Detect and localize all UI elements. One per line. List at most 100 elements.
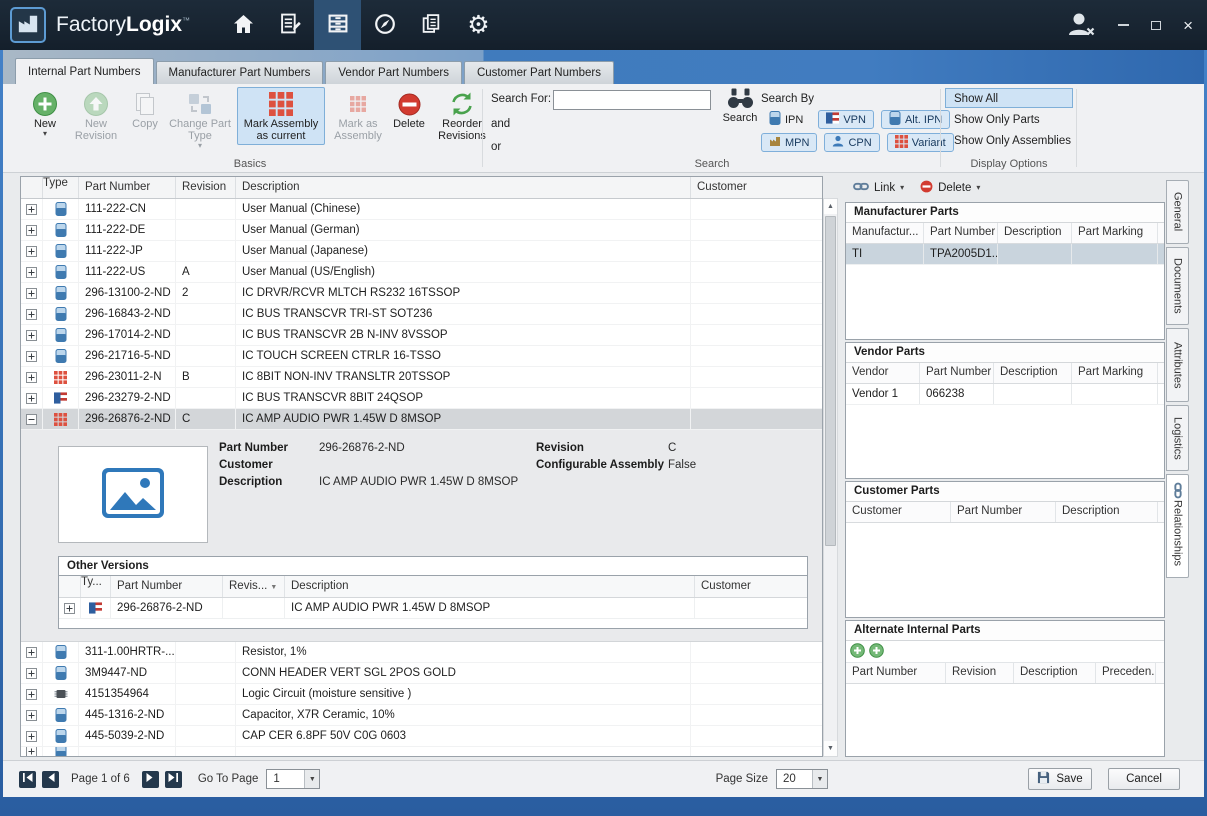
- column-header-customer[interactable]: Customer: [691, 177, 821, 198]
- navigate-nav-button[interactable]: [361, 0, 408, 50]
- table-row[interactable]: 111-222-DEUser Manual (German): [21, 220, 822, 241]
- new-button[interactable]: New ▾: [23, 87, 67, 141]
- table-row[interactable]: [21, 747, 822, 756]
- maximize-button[interactable]: [1151, 21, 1161, 30]
- pager-last-button[interactable]: [165, 771, 182, 788]
- side-tab-logistics[interactable]: Logistics: [1166, 405, 1189, 471]
- pager-prev-button[interactable]: [42, 771, 59, 788]
- column-header-part-number[interactable]: Part Number: [79, 177, 176, 198]
- side-tab-attributes[interactable]: Attributes: [1166, 328, 1189, 402]
- column-header-preceden[interactable]: Preceden...▲: [1096, 663, 1156, 683]
- scroll-up-arrow[interactable]: ▲: [824, 199, 837, 214]
- column-header-part-number[interactable]: Part Number: [951, 502, 1056, 522]
- column-header-part-marking[interactable]: Part Marking: [1072, 223, 1158, 243]
- expand-toggle-icon[interactable]: [21, 684, 43, 704]
- parts-nav-button[interactable]: [314, 0, 361, 50]
- save-button[interactable]: Save: [1028, 768, 1092, 790]
- column-header-description[interactable]: Description: [998, 223, 1072, 243]
- expand-toggle-icon[interactable]: [21, 304, 43, 324]
- search-by-chip-mpn[interactable]: MPN: [761, 133, 817, 152]
- expand-toggle-icon[interactable]: [21, 388, 43, 408]
- mark-as-assembly-button[interactable]: Mark as Assembly: [329, 87, 387, 145]
- table-row[interactable]: 445-1316-2-NDCapacitor, X7R Ceramic, 10%: [21, 705, 822, 726]
- panel-table-row[interactable]: Vendor 1066238: [846, 384, 1164, 405]
- table-row[interactable]: 4151354964Logic Circuit (moisture sensit…: [21, 684, 822, 705]
- mark-assembly-current-button[interactable]: Mark Assembly as current: [237, 87, 325, 145]
- expand-toggle-icon[interactable]: [21, 409, 43, 429]
- cancel-button[interactable]: Cancel: [1108, 768, 1180, 790]
- expand-toggle-icon[interactable]: [21, 726, 43, 746]
- documents-nav-button[interactable]: [408, 0, 455, 50]
- expand-toggle-icon[interactable]: [21, 367, 43, 387]
- column-header-manufactur[interactable]: Manufactur...: [846, 223, 924, 243]
- pager-first-button[interactable]: [19, 771, 36, 788]
- home-nav-button[interactable]: [220, 0, 267, 50]
- expand-toggle-icon[interactable]: [21, 346, 43, 366]
- column-header-description[interactable]: Description: [994, 363, 1072, 383]
- column-header-description[interactable]: Description: [1056, 502, 1158, 522]
- side-tab-documents[interactable]: Documents: [1166, 247, 1189, 325]
- copy-button[interactable]: Copy: [125, 87, 165, 133]
- column-header-revision[interactable]: Revision: [176, 177, 236, 198]
- panel-table-row[interactable]: TITPA2005D1...: [846, 244, 1164, 265]
- table-row[interactable]: 111-222-JPUser Manual (Japanese): [21, 241, 822, 262]
- expand-toggle-icon[interactable]: [21, 199, 43, 219]
- column-header-description[interactable]: Description: [1014, 663, 1096, 683]
- table-row[interactable]: 296-13100-2-ND2IC DRVR/RCVR MLTCH RS232 …: [21, 283, 822, 304]
- column-header-revision[interactable]: Revision: [946, 663, 1014, 683]
- column-header-part-marking[interactable]: Part Marking: [1072, 363, 1158, 383]
- expand-toggle-icon[interactable]: [21, 325, 43, 345]
- expand-toggle-icon[interactable]: [21, 747, 43, 756]
- user-logout-icon[interactable]: [1066, 11, 1096, 40]
- display-option-show-only-assemblies[interactable]: Show Only Assemblies: [945, 130, 1073, 150]
- change-part-type-button[interactable]: Change Part Type ▾: [167, 87, 233, 153]
- production-nav-button[interactable]: [267, 0, 314, 50]
- table-row[interactable]: 111-222-CNUser Manual (Chinese): [21, 199, 822, 220]
- part-image-placeholder[interactable]: [58, 446, 208, 543]
- scrollbar-thumb[interactable]: [825, 216, 836, 546]
- tab-vendor-part-numbers[interactable]: Vendor Part Numbers: [325, 61, 462, 84]
- filter-caret-icon[interactable]: ▼: [270, 584, 277, 591]
- column-header-type[interactable]: Type: [43, 177, 79, 198]
- expand-toggle-icon[interactable]: [21, 283, 43, 303]
- table-row[interactable]: 445-5039-2-NDCAP CER 6.8PF 50V C0G 0603: [21, 726, 822, 747]
- table-row[interactable]: 296-21716-5-NDIC TOUCH SCREEN CTRLR 16-T…: [21, 346, 822, 367]
- expand-toggle-icon[interactable]: [21, 642, 43, 662]
- tab-manufacturer-part-numbers[interactable]: Manufacturer Part Numbers: [156, 61, 324, 84]
- table-row[interactable]: 296-17014-2-NDIC BUS TRANSCVR 2B N-INV 8…: [21, 325, 822, 346]
- column-header-part-number[interactable]: Part Number: [111, 576, 223, 597]
- column-header-vendor[interactable]: Vendor: [846, 363, 920, 383]
- new-revision-button[interactable]: New Revision: [69, 87, 123, 145]
- column-header-part-number[interactable]: Part Number: [846, 663, 946, 683]
- delete-button[interactable]: Delete: [389, 87, 429, 133]
- column-header-customer[interactable]: Customer: [846, 502, 951, 522]
- column-header-description[interactable]: Description: [285, 576, 695, 597]
- add-alternate-part-button[interactable]: [850, 643, 865, 661]
- add-alternate-part-button[interactable]: [869, 643, 884, 661]
- expand-toggle-icon[interactable]: [21, 663, 43, 683]
- minimize-button[interactable]: [1118, 24, 1129, 26]
- table-row[interactable]: 296-23279-2-NDIC BUS TRANSCVR 8BIT 24QSO…: [21, 388, 822, 409]
- link-button[interactable]: Link ▾: [853, 181, 904, 195]
- search-by-chip-ipn[interactable]: IPN: [761, 110, 811, 129]
- column-header-part-number[interactable]: Part Number: [924, 223, 998, 243]
- side-tab-general[interactable]: General: [1166, 180, 1189, 244]
- other-version-row[interactable]: 296-26876-2-NDIC AMP AUDIO PWR 1.45W D 8…: [59, 598, 807, 619]
- search-by-chip-vpn[interactable]: VPN: [818, 110, 874, 129]
- display-option-show-only-parts[interactable]: Show Only Parts: [945, 109, 1073, 129]
- search-by-chip-cpn[interactable]: CPN: [824, 133, 879, 152]
- expand-toggle-icon[interactable]: [21, 262, 43, 282]
- close-button[interactable]: ×: [1183, 17, 1193, 34]
- unlink-delete-button[interactable]: Delete ▾: [920, 180, 980, 196]
- table-row[interactable]: 111-222-USAUser Manual (US/English): [21, 262, 822, 283]
- expand-toggle-icon[interactable]: [21, 220, 43, 240]
- expand-toggle-icon[interactable]: [21, 705, 43, 725]
- expand-toggle-icon[interactable]: [59, 598, 81, 618]
- display-option-show-all[interactable]: Show All: [945, 88, 1073, 108]
- column-header-part-number[interactable]: Part Number: [920, 363, 994, 383]
- settings-nav-button[interactable]: ⚙: [455, 0, 502, 50]
- pager-next-button[interactable]: [142, 771, 159, 788]
- page-size-select[interactable]: 20 ▼: [776, 769, 828, 789]
- scroll-down-arrow[interactable]: ▼: [824, 741, 837, 756]
- table-row[interactable]: 296-26876-2-NDCIC AMP AUDIO PWR 1.45W D …: [21, 409, 822, 430]
